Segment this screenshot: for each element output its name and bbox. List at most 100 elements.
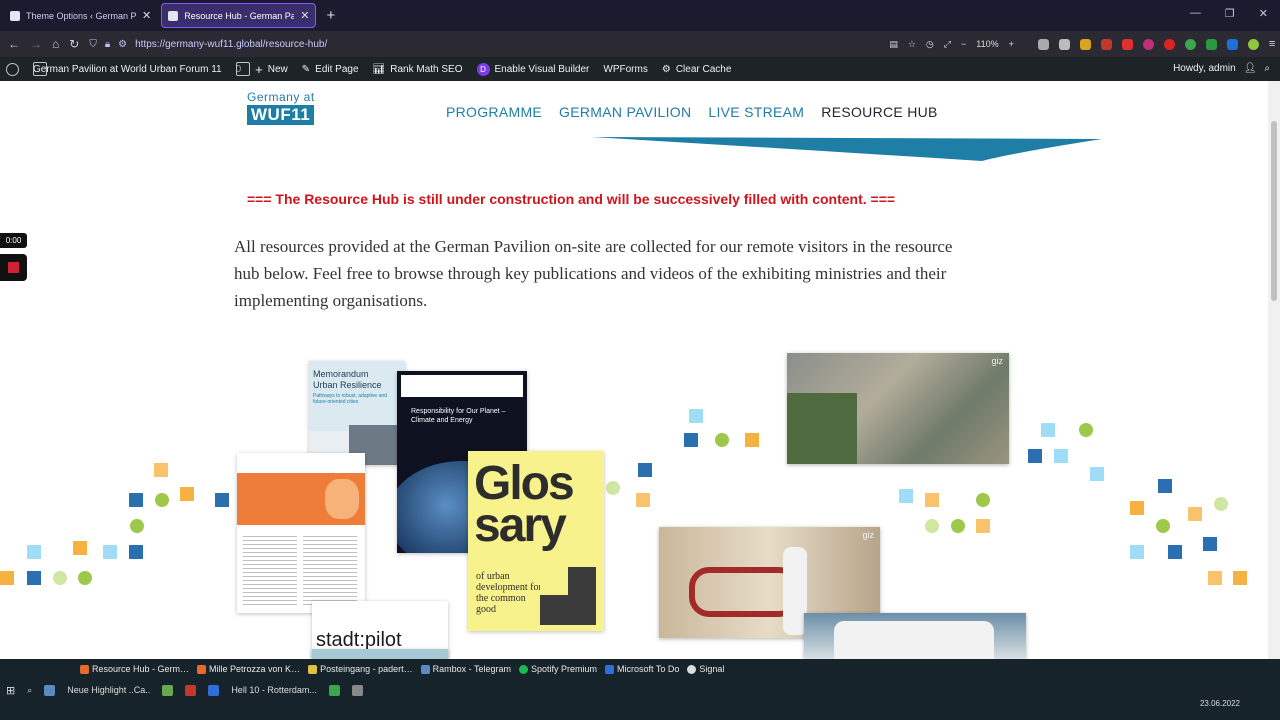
decor-square bbox=[1054, 449, 1068, 463]
forward-icon[interactable]: → bbox=[30, 37, 42, 51]
zoom-in-icon[interactable]: + bbox=[1009, 39, 1014, 49]
browser-tab-strip: Theme Options ‹ German Pavilio ✕ Resourc… bbox=[0, 0, 1280, 31]
new-tab-icon[interactable]: + bbox=[326, 7, 335, 24]
wpforms-link[interactable]: WPForms bbox=[603, 64, 647, 75]
greeting: Howdy, admin bbox=[1173, 63, 1236, 74]
nav-resource-hub[interactable]: RESOURCE HUB bbox=[821, 104, 937, 120]
taskbar-app[interactable]: Posteingang - padert… bbox=[308, 664, 413, 674]
close-window-icon[interactable]: ✕ bbox=[1259, 7, 1268, 20]
taskbar-row-2: ⊞ ⌕ Neue Highlight ..Ca.. Hell 10 - Rott… bbox=[0, 681, 363, 699]
cache-icon: ⚙ bbox=[661, 63, 671, 75]
back-icon[interactable]: ← bbox=[8, 37, 20, 51]
rickshaw-photo[interactable] bbox=[804, 613, 1026, 659]
street-photo[interactable]: giz bbox=[787, 353, 1009, 464]
extension-icon[interactable] bbox=[1226, 38, 1238, 50]
rank-math-label: Rank Math SEO bbox=[390, 63, 463, 75]
taskbar-app[interactable]: Rambox - Telegram bbox=[420, 664, 511, 674]
taskbar-app-label[interactable]: Neue Highlight ..Ca.. bbox=[67, 685, 150, 695]
decor-dot bbox=[976, 493, 990, 507]
site-logo[interactable]: Germany at WUF11 bbox=[247, 90, 315, 125]
taskbar-app[interactable]: Spotify Premium bbox=[519, 664, 597, 674]
todo-icon bbox=[605, 664, 615, 674]
menu-icon[interactable]: ≡ bbox=[1269, 38, 1280, 50]
lock-icon[interactable]: 🔒︎ bbox=[105, 39, 110, 50]
zoom-controls: ▤ ☆ ◷ ⤢ − 110% + bbox=[889, 39, 1014, 50]
subsidy-report-cover[interactable] bbox=[237, 453, 365, 613]
extension-icon[interactable] bbox=[1163, 38, 1175, 50]
fullscreen-icon[interactable]: ⤢ bbox=[944, 39, 951, 50]
nav-live-stream[interactable]: LIVE STREAM bbox=[708, 104, 804, 120]
taskbar-app[interactable]: Resource Hub - Germ… bbox=[80, 664, 189, 674]
start-icon[interactable]: ⊞ bbox=[6, 684, 15, 697]
reload-icon[interactable]: ↻ bbox=[69, 37, 79, 51]
minimize-icon[interactable]: — bbox=[1190, 7, 1201, 20]
rank-math-link[interactable]: 📊︎ Rank Math SEO bbox=[373, 64, 463, 75]
maximize-icon[interactable]: ❐ bbox=[1225, 7, 1235, 20]
rambox-icon bbox=[420, 664, 430, 674]
tab-theme-options[interactable]: Theme Options ‹ German Pavilio ✕ bbox=[4, 3, 157, 28]
url-text[interactable]: https://germany-wuf11.global/resource-hu… bbox=[135, 39, 327, 50]
search-icon[interactable]: ⌕ bbox=[27, 685, 32, 696]
zoom-level[interactable]: 110% bbox=[976, 39, 998, 49]
app-icon[interactable] bbox=[44, 684, 56, 696]
taskbar-app[interactable]: Microsoft To Do bbox=[605, 664, 679, 674]
tab-resource-hub[interactable]: Resource Hub - German Pavilio ✕ bbox=[161, 3, 317, 28]
decor-square bbox=[1041, 423, 1055, 437]
wp-logo[interactable] bbox=[6, 62, 19, 76]
taskbar-app[interactable]: Mille Petrozza von K… bbox=[197, 664, 300, 674]
permissions-icon[interactable]: ⚙ bbox=[118, 39, 127, 50]
taskbar-app[interactable]: Signal bbox=[687, 664, 724, 674]
edit-page-link[interactable]: ✎ Edit Page bbox=[302, 64, 359, 75]
scroll-thumb[interactable] bbox=[1271, 121, 1277, 301]
nav-german-pavilion[interactable]: GERMAN PAVILION bbox=[559, 104, 691, 120]
stop-icon bbox=[8, 262, 19, 273]
close-tab-icon[interactable]: ✕ bbox=[142, 9, 151, 22]
signal-icon bbox=[687, 664, 697, 674]
app-icon[interactable] bbox=[208, 684, 220, 696]
tab-title: Theme Options ‹ German Pavilio bbox=[26, 10, 136, 21]
memorandum-cover[interactable]: Memorandum Urban Resilience Pathways to … bbox=[309, 361, 405, 465]
extension-icon[interactable] bbox=[1142, 38, 1154, 50]
url-bar[interactable]: ⛉ 🔒︎ ⚙ https://germany-wuf11.global/reso… bbox=[89, 34, 879, 54]
app-icon[interactable] bbox=[185, 684, 197, 696]
stop-recording-button[interactable] bbox=[0, 254, 27, 281]
clear-cache-link[interactable]: ⚙ Clear Cache bbox=[662, 64, 732, 75]
extension-icon[interactable] bbox=[1100, 38, 1112, 50]
zoom-out-icon[interactable]: − bbox=[961, 39, 966, 49]
app-icon[interactable] bbox=[328, 684, 340, 696]
decor-dot bbox=[155, 493, 169, 507]
account-menu[interactable]: Howdy, admin 👤︎ ⌕ bbox=[1173, 63, 1270, 74]
extension-icon[interactable] bbox=[1205, 38, 1217, 50]
decor-square bbox=[1168, 545, 1182, 559]
search-icon[interactable]: ⌕ bbox=[1264, 63, 1270, 74]
extension-icon[interactable] bbox=[1037, 38, 1049, 50]
reader-icon[interactable]: ▤ bbox=[889, 39, 898, 50]
site-name-link[interactable]: German Pavilion at World Urban Forum 11 bbox=[33, 62, 222, 76]
home-icon[interactable]: ⌂ bbox=[52, 37, 59, 51]
mail-icon bbox=[308, 664, 318, 674]
glossary-cover[interactable]: Glos sary of urban development for the c… bbox=[468, 451, 604, 631]
history-icon[interactable]: ◷ bbox=[926, 39, 934, 50]
taskbar-app-label[interactable]: Hell 10 - Rotterdam... bbox=[231, 685, 317, 695]
decor-square bbox=[1090, 467, 1104, 481]
extension-icon[interactable] bbox=[1121, 38, 1133, 50]
app-icon[interactable] bbox=[162, 684, 174, 696]
close-tab-icon[interactable]: ✕ bbox=[300, 9, 309, 22]
bookmark-star-icon[interactable]: ☆ bbox=[908, 39, 916, 50]
visual-builder-link[interactable]: D Enable Visual Builder bbox=[476, 62, 589, 76]
comments-link[interactable]: 0 bbox=[235, 62, 250, 76]
decor-dot bbox=[715, 433, 729, 447]
page-scrollbar[interactable] bbox=[1268, 81, 1280, 659]
nav-programme[interactable]: PROGRAMME bbox=[446, 104, 542, 120]
shield-icon[interactable]: ⛉ bbox=[89, 39, 97, 50]
new-content-link[interactable]: + New bbox=[255, 62, 288, 77]
taskbar-app-label: Mille Petrozza von K… bbox=[209, 664, 301, 674]
site-name: German Pavilion at World Urban Forum 11 bbox=[33, 63, 222, 75]
extension-icon[interactable] bbox=[1058, 38, 1070, 50]
extension-icon[interactable] bbox=[1184, 38, 1196, 50]
decor-square bbox=[689, 409, 703, 423]
decor-square bbox=[925, 493, 939, 507]
extension-icon[interactable] bbox=[1247, 38, 1259, 50]
extension-icon[interactable] bbox=[1079, 38, 1091, 50]
app-icon[interactable] bbox=[351, 684, 363, 696]
